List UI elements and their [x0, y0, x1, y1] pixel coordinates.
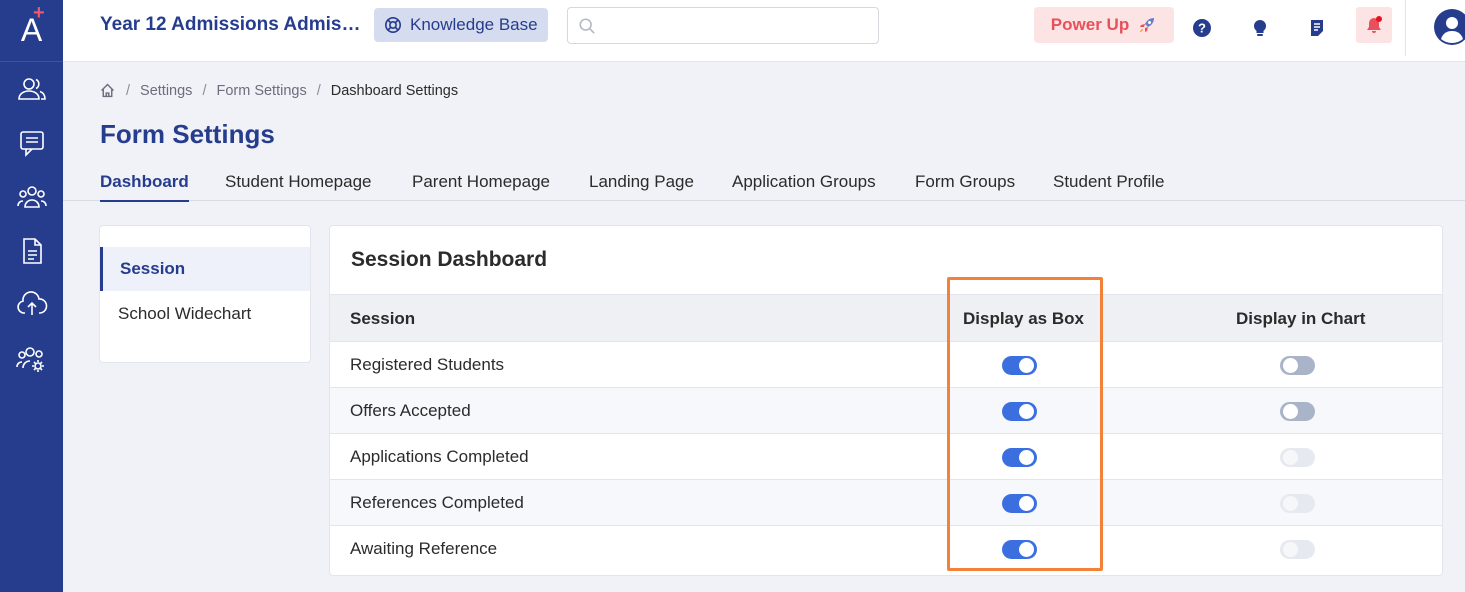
home-icon[interactable]: [99, 82, 116, 99]
power-up-label: Power Up: [1050, 15, 1130, 34]
left-rail: A +: [0, 0, 63, 592]
cloud-upload-icon: [16, 291, 47, 315]
app-logo[interactable]: A +: [0, 0, 63, 62]
table-row: Applications Completed: [330, 434, 1442, 480]
logo-plus: +: [33, 2, 45, 24]
search-icon: [579, 17, 595, 34]
box-toggle[interactable]: [1002, 356, 1037, 375]
search-box[interactable]: [567, 7, 879, 44]
lifebuoy-icon: [384, 16, 402, 34]
row-label: Applications Completed: [350, 447, 529, 466]
help-button[interactable]: ?: [1184, 10, 1220, 46]
side-menu: Session School Widechart: [99, 225, 311, 363]
tab-student-profile[interactable]: Student Profile: [1053, 172, 1165, 200]
chart-toggle[interactable]: [1280, 402, 1315, 421]
settings-tabs: Dashboard Student Homepage Parent Homepa…: [63, 164, 1465, 202]
chat-icon: [19, 131, 44, 157]
page-title: Form Settings: [100, 119, 275, 149]
power-up-button[interactable]: Power Up: [1034, 7, 1174, 43]
tab-dashboard[interactable]: Dashboard: [100, 172, 189, 202]
side-item-session[interactable]: Session: [100, 247, 310, 291]
table-row: References Completed: [330, 480, 1442, 526]
table-row: Offers Accepted: [330, 388, 1442, 434]
avatar-icon[interactable]: [1433, 8, 1465, 46]
breadcrumb-separator: /: [202, 82, 207, 99]
card-title: Session Dashboard: [351, 248, 548, 271]
rail-user-settings[interactable]: [0, 332, 63, 386]
column-session: Session: [350, 309, 416, 328]
breadcrumb-separator: /: [316, 82, 321, 99]
column-display-as-box: Display as Box: [963, 309, 1084, 328]
chart-toggle[interactable]: [1280, 448, 1315, 467]
box-toggle[interactable]: [1002, 402, 1037, 421]
users-icon: [17, 78, 46, 100]
knowledge-base-label: Knowledge Base: [410, 15, 538, 34]
chart-toggle[interactable]: [1280, 494, 1315, 513]
tab-form-groups[interactable]: Form Groups: [915, 172, 1015, 200]
knowledge-base-button[interactable]: Knowledge Base: [374, 8, 548, 42]
breadcrumb-current: Dashboard Settings: [330, 82, 459, 99]
box-toggle[interactable]: [1002, 540, 1037, 559]
chart-toggle[interactable]: [1280, 356, 1315, 375]
app-title[interactable]: Year 12 Admissions Admissions: [100, 14, 368, 36]
session-dashboard-card: Session Dashboard Session Display as Box…: [329, 225, 1443, 576]
row-label: References Completed: [350, 493, 524, 512]
top-bar: Year 12 Admissions Admissions Knowledge …: [63, 0, 1465, 62]
tab-student-homepage[interactable]: Student Homepage: [225, 172, 372, 200]
notes-button[interactable]: [1299, 10, 1335, 46]
users-settings-icon: [15, 347, 44, 372]
tab-application-groups[interactable]: Application Groups: [732, 172, 876, 200]
rocket-icon: [1140, 18, 1155, 32]
table-row: Awaiting Reference: [330, 526, 1442, 572]
rail-chat[interactable]: [0, 116, 63, 170]
row-label: Offers Accepted: [350, 401, 471, 420]
ideas-button[interactable]: [1242, 10, 1278, 46]
breadcrumb: / Settings / Form Settings / Dashboard S…: [99, 82, 458, 99]
row-label: Awaiting Reference: [350, 539, 498, 558]
table-header: Session Display as Box Display in Chart: [330, 294, 1442, 342]
chart-toggle[interactable]: [1280, 540, 1315, 559]
lightbulb-icon: [1253, 19, 1267, 36]
rail-upload[interactable]: [0, 278, 63, 332]
bell-icon: [1367, 16, 1382, 33]
rail-documents[interactable]: [0, 224, 63, 278]
notes-icon: [1311, 20, 1323, 36]
document-icon: [22, 238, 42, 264]
topbar-divider: [1405, 0, 1406, 56]
groups-icon: [16, 186, 47, 208]
search-input[interactable]: [604, 17, 878, 34]
svg-text:?: ?: [1198, 21, 1206, 36]
row-label: Registered Students: [350, 355, 505, 374]
breadcrumb-separator: /: [126, 82, 131, 99]
notifications-button[interactable]: [1356, 7, 1392, 43]
rail-nav: [0, 62, 63, 386]
table-row: Registered Students: [330, 342, 1442, 388]
rail-users[interactable]: [0, 62, 63, 116]
box-toggle[interactable]: [1002, 448, 1037, 467]
box-toggle[interactable]: [1002, 494, 1037, 513]
breadcrumb-form-settings[interactable]: Form Settings: [216, 83, 306, 99]
tab-landing-page[interactable]: Landing Page: [589, 172, 694, 200]
help-icon: ?: [1193, 19, 1211, 37]
breadcrumb-settings[interactable]: Settings: [140, 83, 192, 99]
side-item-school-widechart[interactable]: School Widechart: [100, 292, 310, 336]
rail-groups[interactable]: [0, 170, 63, 224]
tab-parent-homepage[interactable]: Parent Homepage: [412, 172, 550, 200]
column-display-in-chart: Display in Chart: [1236, 309, 1366, 328]
